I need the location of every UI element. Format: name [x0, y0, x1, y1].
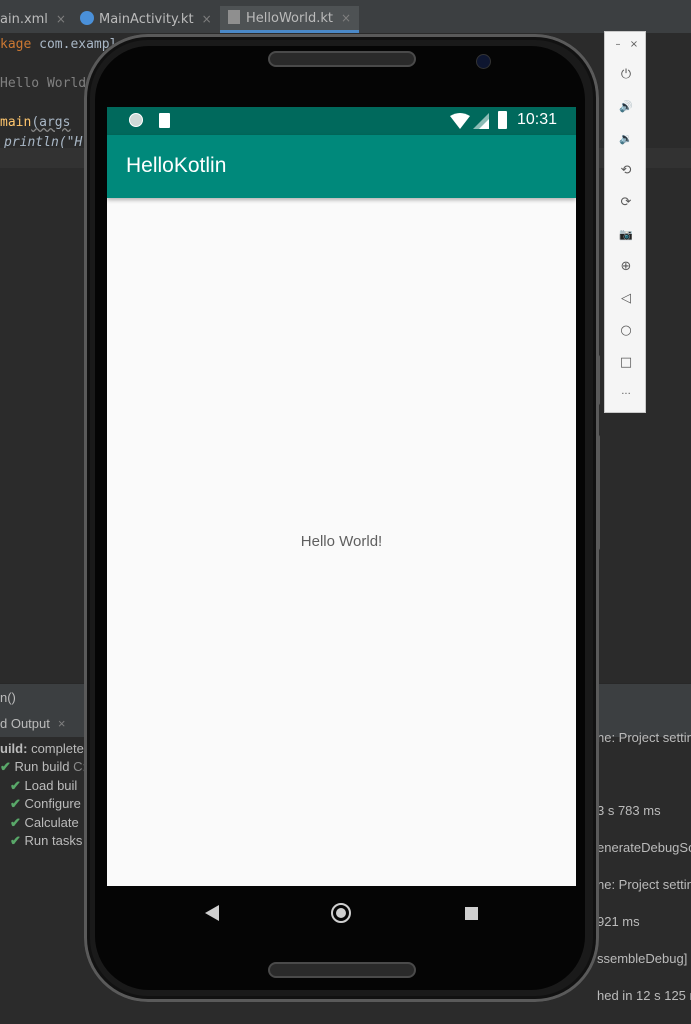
check-icon: ✔ [10, 833, 21, 848]
side-button [596, 435, 600, 550]
side-button [596, 355, 600, 405]
close-icon[interactable]: × [56, 12, 66, 26]
app-bar: HelloKotlin [107, 135, 576, 198]
rotate-left-icon[interactable]: ⟲ [617, 162, 635, 180]
emulator-toolbar: – × ⏻ 🔊 🔉 ⟲ ⟳ 📷 ⊕ ◁ ○ □ ··· [604, 31, 646, 413]
check-icon: ✔ [10, 815, 21, 830]
notification-icon [129, 113, 143, 127]
log-line: ssembleDebug] ( [597, 951, 691, 966]
close-icon: × [57, 716, 66, 731]
front-camera [476, 54, 491, 69]
check-icon: ✔ [0, 759, 11, 774]
breadcrumb[interactable]: n() [0, 690, 16, 705]
log-line: ne: Project settin [597, 877, 691, 892]
log-line: 921 ms [597, 914, 640, 929]
wifi-icon [450, 113, 470, 129]
log-line: 3 s 783 ms [597, 803, 661, 818]
tab-build-output[interactable]: d Output × [0, 716, 65, 731]
home-icon[interactable]: ○ [617, 322, 635, 340]
close-icon[interactable]: × [202, 12, 212, 26]
hello-text: Hello World! [300, 533, 383, 550]
tab-label: MainActivity.kt [99, 12, 194, 27]
status-bar: 10:31 [107, 107, 576, 135]
tree-item-task[interactable]: ✔ Run tasks [10, 833, 82, 849]
battery-icon [498, 111, 507, 129]
code-line-comment: Hello World [0, 76, 87, 91]
log-line: enerateDebugSo [597, 840, 691, 855]
tab-main-activity[interactable]: MainActivity.kt × [80, 7, 212, 31]
overview-icon[interactable] [465, 907, 478, 920]
log-line: ne: Project settin [597, 730, 691, 745]
editor-tab-bar: ain.xml × MainActivity.kt × HelloWorld.kt × [0, 0, 691, 34]
more-icon[interactable]: ··· [617, 386, 635, 404]
tab-hello-world[interactable]: HelloWorld.kt × [220, 6, 360, 33]
signal-icon [473, 113, 489, 129]
close-icon[interactable]: × [625, 36, 643, 54]
tab-label: ain.xml [0, 12, 48, 27]
kotlin-file-icon [228, 10, 240, 24]
power-icon[interactable]: ⏻ [617, 66, 635, 84]
check-icon: ✔ [10, 778, 21, 793]
back-icon[interactable] [205, 905, 219, 921]
tab-main-xml[interactable]: ain.xml × [0, 7, 66, 31]
sd-card-icon [159, 113, 170, 128]
tree-item-run-build[interactable]: ✔ Run build C: [0, 759, 86, 775]
volume-up-icon[interactable]: 🔊 [617, 98, 635, 116]
close-icon[interactable]: × [341, 11, 351, 25]
bottom-speaker [268, 962, 416, 978]
log-line: hed in 12 s 125 ms [597, 988, 691, 1003]
zoom-icon[interactable]: ⊕ [617, 258, 635, 276]
home-icon[interactable] [331, 903, 351, 923]
device-screen[interactable]: 10:31 HelloKotlin Hello World! [107, 107, 576, 886]
tree-item-task[interactable]: ✔ Configure [10, 796, 81, 812]
overview-icon[interactable]: □ [617, 354, 635, 372]
tree-item-task[interactable]: ✔ Calculate [10, 815, 79, 831]
check-icon: ✔ [10, 796, 21, 811]
back-icon[interactable]: ◁ [617, 290, 635, 308]
volume-down-icon[interactable]: 🔉 [617, 130, 635, 148]
tab-label: HelloWorld.kt [246, 11, 333, 26]
camera-icon[interactable]: 📷 [617, 226, 635, 244]
build-status: uild: complete [0, 741, 84, 756]
code-line-main: main(args [0, 115, 71, 130]
kotlin-file-icon [80, 11, 94, 25]
navigation-bar [107, 886, 576, 942]
rotate-right-icon[interactable]: ⟳ [617, 194, 635, 212]
app-title: HelloKotlin [126, 154, 227, 177]
tree-item-task[interactable]: ✔ Load buil [10, 778, 77, 794]
status-time: 10:31 [517, 111, 558, 128]
top-speaker [268, 51, 416, 67]
